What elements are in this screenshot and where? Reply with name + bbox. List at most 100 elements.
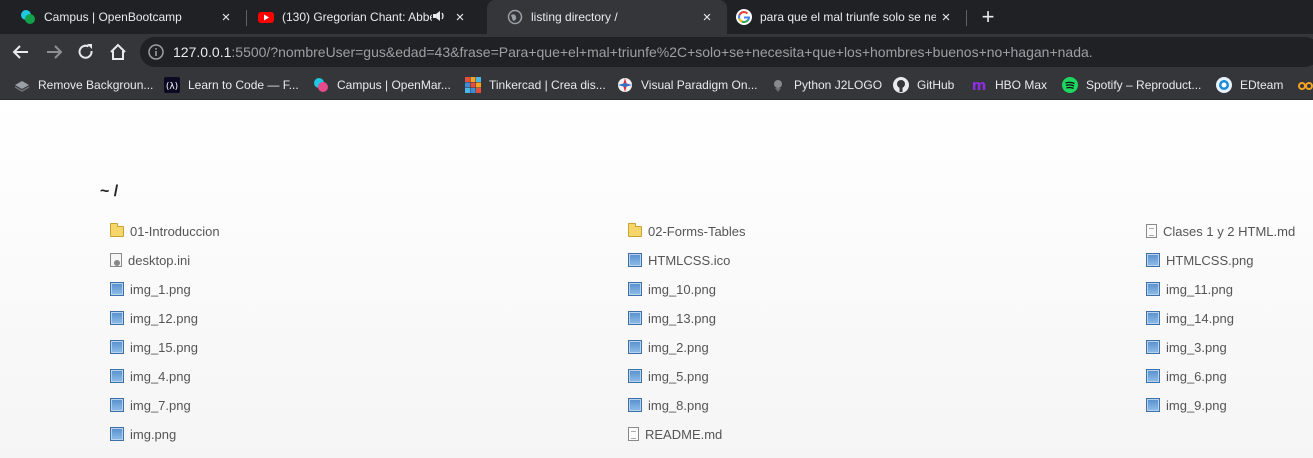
image-file-icon bbox=[110, 311, 124, 325]
file-name: img_3.png bbox=[1166, 339, 1227, 355]
file-link[interactable]: Clases 1 y 2 HTML.md bbox=[1146, 220, 1295, 242]
tab-gregorian-chant[interactable]: (130) Gregorian Chant: Abbe × bbox=[238, 0, 488, 34]
image-file-icon bbox=[1146, 311, 1160, 325]
file-name: img_13.png bbox=[648, 310, 716, 326]
info-icon[interactable] bbox=[148, 44, 164, 60]
bookmark-python-j2logo[interactable]: Python J2LOGO bbox=[770, 70, 882, 100]
bookmark-icon bbox=[1298, 77, 1313, 93]
file-name: Clases 1 y 2 HTML.md bbox=[1163, 223, 1296, 239]
bookmark-label: Tinkercad | Crea dis... bbox=[489, 78, 606, 92]
image-file-icon bbox=[628, 253, 642, 267]
file-link[interactable]: img_14.png bbox=[1146, 307, 1234, 329]
bookmark-freecodecamp[interactable]: (λ) Learn to Code — F... bbox=[164, 70, 299, 100]
url-text[interactable]: 127.0.0.1:5500/?nombreUser=gus&edad=43&f… bbox=[173, 44, 1093, 60]
bookmark-remove-background[interactable]: Remove Backgroun... bbox=[14, 70, 153, 100]
bookmark-visual-paradigm[interactable]: Visual Paradigm On... bbox=[617, 70, 758, 100]
forward-arrow-icon bbox=[47, 45, 63, 59]
tab-title: Campus | OpenBootcamp bbox=[44, 10, 182, 24]
image-file-icon bbox=[110, 340, 124, 354]
reload-button[interactable] bbox=[72, 38, 100, 66]
close-icon[interactable]: × bbox=[697, 9, 717, 26]
back-button[interactable] bbox=[7, 38, 35, 66]
file-name: 01-Introduccion bbox=[130, 223, 220, 239]
file-link[interactable]: img_8.png bbox=[628, 394, 709, 416]
file-link[interactable]: img_12.png bbox=[110, 307, 198, 329]
file-name: img.png bbox=[130, 426, 177, 442]
file-link[interactable]: img_1.png bbox=[110, 278, 191, 300]
bookmark-label: HBO Max bbox=[995, 78, 1048, 92]
file-link[interactable]: img_2.png bbox=[628, 336, 709, 358]
image-file-icon bbox=[628, 398, 642, 412]
close-icon[interactable]: × bbox=[936, 9, 956, 26]
file-name: 02-Forms-Tables bbox=[648, 223, 746, 239]
visual-paradigm-icon bbox=[617, 77, 633, 93]
file-name: HTMLCSS.png bbox=[1166, 252, 1254, 268]
file-link[interactable]: README.md bbox=[628, 423, 722, 445]
bookmark-hbo-max[interactable]: m HBO Max bbox=[971, 70, 1047, 100]
file-link[interactable]: img_13.png bbox=[628, 307, 716, 329]
image-file-icon bbox=[1146, 282, 1160, 296]
file-link[interactable]: HTMLCSS.png bbox=[1146, 249, 1253, 271]
tab-google-search[interactable]: para que el mal triunfe solo se ne × bbox=[716, 0, 966, 34]
bookmark-label: GitHub bbox=[917, 78, 955, 92]
image-file-icon bbox=[1146, 398, 1160, 412]
new-tab-button[interactable]: + bbox=[974, 0, 1002, 34]
home-button[interactable] bbox=[104, 38, 132, 66]
home-icon bbox=[110, 43, 126, 60]
image-file-icon bbox=[110, 369, 124, 383]
bookmark-spotify[interactable]: Spotify – Reproduct... bbox=[1062, 70, 1201, 100]
svg-text:(λ): (λ) bbox=[166, 82, 178, 92]
browser-toolbar: 127.0.0.1:5500/?nombreUser=gus&edad=43&f… bbox=[0, 34, 1313, 70]
file-name: img_5.png bbox=[648, 368, 709, 384]
folder-link[interactable]: 01-Introduccion bbox=[110, 220, 220, 242]
url-host: 127.0.0.1 bbox=[173, 44, 232, 60]
file-link[interactable]: img_9.png bbox=[1146, 394, 1227, 416]
bookmark-github[interactable]: GitHub bbox=[893, 70, 954, 100]
file-link[interactable]: img_6.png bbox=[1146, 365, 1227, 387]
file-link[interactable]: img_5.png bbox=[628, 365, 709, 387]
file-link[interactable]: img_15.png bbox=[110, 336, 198, 358]
bookmark-edteam[interactable]: EDteam bbox=[1216, 70, 1283, 100]
image-file-icon bbox=[628, 369, 642, 383]
bookmark-tinkercad[interactable]: Tinkercad | Crea dis... bbox=[465, 70, 606, 100]
bookmark-openmarket[interactable]: Campus | OpenMar... bbox=[313, 70, 451, 100]
file-name: README.md bbox=[645, 426, 723, 442]
folder-link[interactable]: 02-Forms-Tables bbox=[628, 220, 746, 242]
bookmark-label: Remove Backgroun... bbox=[38, 78, 154, 92]
image-file-icon bbox=[110, 398, 124, 412]
file-name: img_11.png bbox=[1166, 281, 1233, 297]
tab-listing-directory[interactable]: listing directory / × bbox=[487, 0, 727, 34]
file-link[interactable]: img_7.png bbox=[110, 394, 191, 416]
image-file-icon bbox=[628, 311, 642, 325]
reload-icon bbox=[78, 44, 93, 59]
file-name: img_6.png bbox=[1166, 368, 1227, 384]
file-link[interactable]: img.png bbox=[110, 423, 176, 445]
file-name: img_1.png bbox=[130, 281, 191, 297]
file-link[interactable]: HTMLCSS.ico bbox=[628, 249, 730, 271]
file-link[interactable]: img_3.png bbox=[1146, 336, 1227, 358]
file-link[interactable]: img_4.png bbox=[110, 365, 191, 387]
directory-listing-page: ~ / 01-Introduccion 02-Forms-Tables Clases… bbox=[0, 101, 1313, 458]
file-link[interactable]: img_11.png bbox=[1146, 278, 1233, 300]
spotify-icon bbox=[1062, 77, 1078, 93]
file-link[interactable]: img_10.png bbox=[628, 278, 716, 300]
address-bar[interactable]: 127.0.0.1:5500/?nombreUser=gus&edad=43&f… bbox=[140, 37, 1313, 67]
image-file-icon bbox=[1146, 340, 1160, 354]
file-link[interactable]: desktop.ini bbox=[110, 249, 190, 271]
tab-campus-openbootcamp[interactable]: Campus | OpenBootcamp × bbox=[0, 0, 246, 34]
google-icon bbox=[736, 9, 752, 25]
svg-text:m: m bbox=[972, 78, 987, 93]
document-icon bbox=[1146, 224, 1157, 238]
github-icon bbox=[893, 77, 909, 93]
bookmark-overflow-partial[interactable] bbox=[1298, 70, 1313, 100]
hbo-max-icon: m bbox=[971, 77, 987, 94]
tab-divider bbox=[966, 10, 967, 26]
python-icon bbox=[770, 77, 786, 93]
settings-file-icon bbox=[110, 253, 122, 267]
forward-button[interactable] bbox=[40, 38, 68, 66]
close-icon[interactable]: × bbox=[450, 9, 470, 26]
close-icon[interactable]: × bbox=[216, 9, 236, 26]
file-name: img_9.png bbox=[1166, 397, 1227, 413]
speaker-icon[interactable] bbox=[432, 9, 450, 26]
page-title: ~ / bbox=[100, 183, 119, 200]
